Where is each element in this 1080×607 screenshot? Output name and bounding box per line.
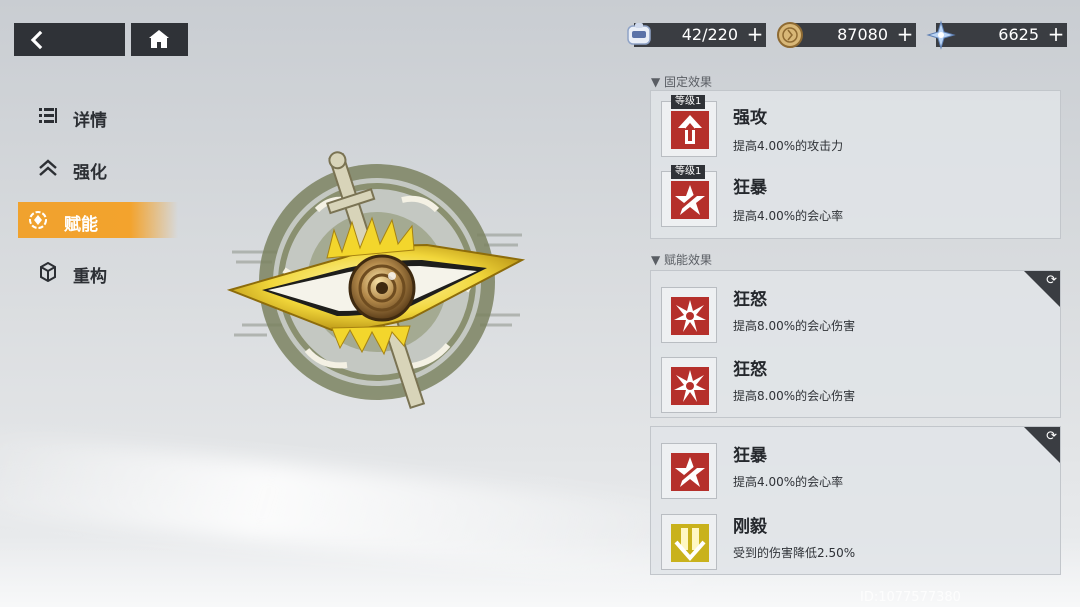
effect-description: 受到的伤害降低2.50% xyxy=(733,546,856,560)
resource-crystal[interactable]: 6625 + xyxy=(926,20,1067,50)
effect-icon-frame xyxy=(661,101,717,157)
effect-icon-frame xyxy=(661,171,717,227)
effect-row[interactable]: 等级1 强攻 提高4.00%的攻击力 xyxy=(661,91,1051,157)
effect-row[interactable]: 等级1 狂暴 提高4.00%的会心率 xyxy=(661,161,1051,227)
effect-description: 提高4.00%的会心率 xyxy=(733,209,844,223)
effect-icon-frame xyxy=(661,287,717,343)
coin-value: 87080 xyxy=(837,25,888,44)
effect-icon-frame xyxy=(661,443,717,499)
effect-row[interactable]: 狂暴 提高4.00%的会心率 xyxy=(661,433,1051,499)
effect-name: 狂暴 xyxy=(733,446,767,466)
resource-stamina[interactable]: 42/220 + xyxy=(624,23,766,47)
add-crystal-button[interactable]: + xyxy=(1045,23,1067,47)
module-emblem-image xyxy=(226,151,526,410)
effect-icon-frame xyxy=(661,514,717,570)
effect-description: 提高4.00%的会心率 xyxy=(733,475,844,489)
effect-icon-frame xyxy=(661,357,717,413)
effect-row[interactable]: 狂怒 提高8.00%的会心伤害 xyxy=(661,277,1051,343)
effect-name: 强攻 xyxy=(733,108,767,128)
sidebar-item-label: 详情 xyxy=(73,111,107,131)
stamina-value: 42/220 xyxy=(681,25,738,44)
crit-damage-icon xyxy=(671,297,709,335)
coin-icon xyxy=(777,22,803,48)
empower-group-panel: ⟳ 狂暴 提高4.00%的会心率 刚毅 受到的伤害降低2.50% xyxy=(650,426,1061,575)
rebuild-icon xyxy=(40,262,56,282)
sidebar-item-rebuild[interactable]: 重构 xyxy=(18,254,178,290)
home-button[interactable] xyxy=(131,23,188,56)
effect-row[interactable]: 狂怒 提高8.00%的会心伤害 xyxy=(661,347,1051,413)
crit-rate-icon xyxy=(671,453,709,491)
stamina-icon xyxy=(627,23,651,45)
empower-icon xyxy=(29,211,47,229)
effect-name: 刚毅 xyxy=(733,517,767,537)
fixed-effects-panel: 等级1 强攻 提高4.00%的攻击力 等级1 狂暴 提高4.00%的会心率 xyxy=(650,90,1061,239)
effect-name: 狂怒 xyxy=(733,290,767,310)
sidebar-item-empower[interactable]: 赋能 xyxy=(18,202,178,238)
empower-group-panel: ⟳ 狂怒 提高8.00%的会心伤害 狂怒 提高8.00%的会心伤害 xyxy=(650,270,1061,418)
effect-description: 提高4.00%的攻击力 xyxy=(733,139,844,153)
damage-reduction-icon xyxy=(671,524,709,562)
back-arrow-icon xyxy=(30,30,43,50)
user-id-label: ID:1077577380 xyxy=(860,590,961,605)
effect-name: 狂怒 xyxy=(733,360,767,380)
crit-damage-icon xyxy=(671,367,709,405)
details-list-icon xyxy=(39,108,57,123)
crystal-value: 6625 xyxy=(998,25,1039,44)
sidebar-item-label: 强化 xyxy=(73,163,107,183)
sidebar-item-upgrade[interactable]: 强化 xyxy=(18,150,178,186)
level-badge: 等级1 xyxy=(671,165,706,179)
add-coin-button[interactable]: + xyxy=(894,23,916,47)
sidebar-item-label: 重构 xyxy=(73,267,107,287)
effect-description: 提高8.00%的会心伤害 xyxy=(733,319,856,333)
resource-coin[interactable]: 87080 + xyxy=(775,22,916,48)
sidebar-item-label: 赋能 xyxy=(64,215,98,235)
upgrade-chevron-icon xyxy=(39,159,57,176)
back-button[interactable] xyxy=(14,23,125,56)
empower-effects-title: ▼ 赋能效果 xyxy=(651,253,713,267)
home-icon xyxy=(149,30,169,48)
fixed-effects-title: ▼ 固定效果 xyxy=(651,75,713,89)
crit-rate-icon xyxy=(671,181,709,219)
effect-name: 狂暴 xyxy=(733,178,767,198)
effect-row[interactable]: 刚毅 受到的伤害降低2.50% xyxy=(661,504,1051,570)
crystal-icon xyxy=(926,20,956,50)
attack-up-icon xyxy=(671,111,709,149)
effect-description: 提高8.00%的会心伤害 xyxy=(733,389,856,403)
level-badge: 等级1 xyxy=(671,95,706,109)
add-stamina-button[interactable]: + xyxy=(744,23,766,47)
sidebar-item-details[interactable]: 详情 xyxy=(18,98,178,134)
